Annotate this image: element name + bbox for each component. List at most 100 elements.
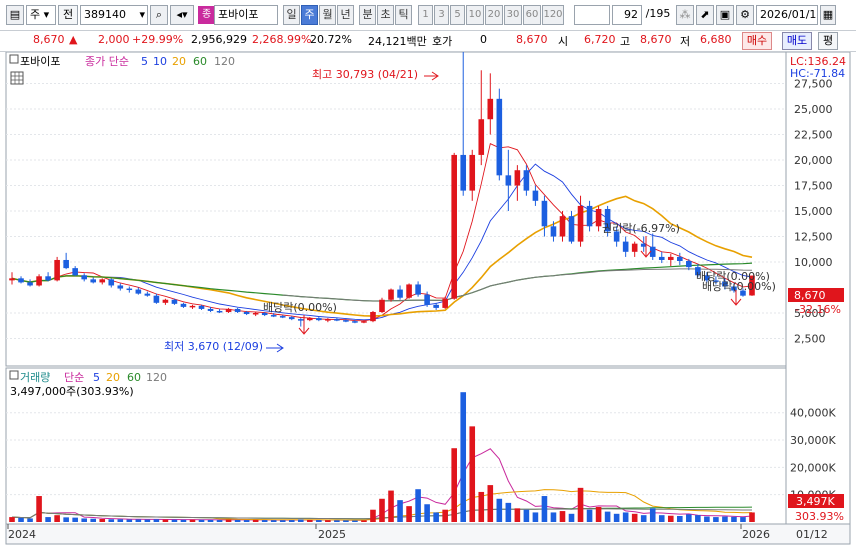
ma-period-20[interactable]: 20 <box>172 55 186 68</box>
quote-low: 6,680 <box>700 33 732 46</box>
interval-button-20[interactable]: 20 <box>485 5 503 25</box>
grid-icon[interactable]: ⁂ <box>676 5 694 25</box>
volume-bar <box>216 520 223 522</box>
candle-body <box>469 154 476 191</box>
period-tab-1[interactable]: 주 <box>301 5 318 25</box>
stock-name[interactable]: 포바이포 <box>214 5 278 25</box>
volume-ma-label[interactable]: 단순 <box>64 371 84 384</box>
high-annotation: 최고 30,793 (04/21) <box>312 68 418 81</box>
candle-body <box>198 305 205 309</box>
candle-body <box>622 241 629 252</box>
volume-bar <box>658 515 665 522</box>
volume-bar <box>279 520 286 522</box>
period-tab-5[interactable]: 초 <box>377 5 394 25</box>
open-label: 시 <box>558 35 569 48</box>
volume-bar <box>532 512 539 522</box>
candle-body <box>135 289 142 294</box>
volume-ma-period-60[interactable]: 60 <box>127 371 141 384</box>
period-tab-6[interactable]: 틱 <box>395 5 412 25</box>
volume-bar <box>117 519 124 522</box>
candle-body <box>677 256 683 261</box>
candle-body <box>99 279 106 283</box>
code-input[interactable]: 389140 ▾ <box>80 5 148 25</box>
volume-tick-label: 20,000K <box>790 461 836 474</box>
candle-body <box>352 321 358 323</box>
sell-button[interactable]: 매도 <box>782 32 812 50</box>
candle-body <box>180 303 187 307</box>
volume-bar <box>63 517 69 522</box>
ma-period-60[interactable]: 60 <box>193 55 207 68</box>
price-panel-title[interactable]: 포바이포 <box>20 55 60 68</box>
price-tick-label: 22,500 <box>794 129 833 142</box>
candle-body <box>162 299 169 303</box>
window-icon[interactable]: ▤ <box>6 5 24 25</box>
date-input[interactable]: 2026/01/12 <box>756 5 818 25</box>
type-button[interactable]: 전 <box>58 5 78 25</box>
volume-bar <box>469 426 476 522</box>
volume-bar <box>288 520 295 522</box>
market-select[interactable]: 주 ▾ <box>26 5 56 25</box>
calendar-icon[interactable]: ▦ <box>820 5 836 25</box>
candle-body <box>460 154 467 191</box>
candle-body <box>406 284 412 298</box>
volume-bar <box>442 509 448 522</box>
table-icon[interactable] <box>10 71 24 85</box>
volume-bar <box>722 516 728 522</box>
volume-bar <box>270 520 277 522</box>
interval-button-30[interactable]: 30 <box>504 5 522 25</box>
candle-body <box>216 310 223 313</box>
volume-panel-title[interactable]: 거래량 <box>20 371 50 384</box>
candle-body <box>316 318 322 321</box>
interval-button-120[interactable]: 120 <box>542 5 564 25</box>
candle-body <box>532 190 539 201</box>
candle-body <box>541 200 548 227</box>
current-volume-tag: 3,497K <box>796 495 835 508</box>
stock-chart[interactable]: 포바이포 종가 단순 5 10 20 60 120 최고 30,793 (04/… <box>0 52 856 546</box>
ma-label[interactable]: 종가 단순 <box>85 55 129 68</box>
period-tab-0[interactable]: 일 <box>283 5 300 25</box>
buy-button[interactable]: 매수 <box>742 32 772 50</box>
price-panel <box>5 52 787 367</box>
interval-button-3[interactable]: 3 <box>434 5 449 25</box>
sound-icon[interactable]: ◂▾ <box>170 5 194 25</box>
volume-bar <box>18 517 24 522</box>
volume-bar <box>126 519 133 522</box>
candle-body <box>36 276 42 286</box>
ma-period-5[interactable]: 5 <box>141 55 148 68</box>
volume-value: 3,497,000주(303.93%) <box>10 385 134 398</box>
interval-button-1[interactable]: 1 <box>418 5 433 25</box>
settings-icon[interactable]: ⚙ <box>736 5 754 25</box>
candle-body <box>225 308 232 312</box>
volume-ma-period-120[interactable]: 120 <box>146 371 167 384</box>
volume-bar <box>568 513 575 522</box>
interval-button-10[interactable]: 10 <box>466 5 484 25</box>
volume-bar <box>677 515 683 522</box>
eval-button[interactable]: 평 <box>818 32 838 50</box>
ma-period-120[interactable]: 120 <box>214 55 235 68</box>
volume-bar <box>640 515 647 522</box>
candle-body <box>45 276 51 281</box>
period-tab-2[interactable]: 월 <box>319 5 336 25</box>
volume-bar <box>460 392 467 522</box>
compare-icon[interactable]: ⬈ <box>696 5 714 25</box>
volume-bar <box>541 496 548 522</box>
page-input[interactable]: 92 <box>612 5 642 25</box>
save-icon[interactable]: ▣ <box>716 5 734 25</box>
interval-button-60[interactable]: 60 <box>523 5 541 25</box>
volume-bar <box>478 491 485 522</box>
volume-bar <box>207 519 214 522</box>
ma-period-10[interactable]: 10 <box>153 55 167 68</box>
volume-ma-period-20[interactable]: 20 <box>106 371 120 384</box>
volume-bar <box>713 517 719 522</box>
period-tab-3[interactable]: 년 <box>337 5 354 25</box>
candle-body <box>171 299 178 304</box>
search-icon[interactable]: ⌕ <box>150 5 168 25</box>
volume-ma-period-5[interactable]: 5 <box>93 371 100 384</box>
interval-button-5[interactable]: 5 <box>450 5 465 25</box>
period-tab-4[interactable]: 분 <box>359 5 376 25</box>
candle-body <box>334 319 340 321</box>
candle-body <box>252 313 259 315</box>
interval-custom-input[interactable] <box>574 5 610 25</box>
price-tick-label: 12,500 <box>794 231 833 244</box>
price-tick-label: 27,500 <box>794 78 833 91</box>
